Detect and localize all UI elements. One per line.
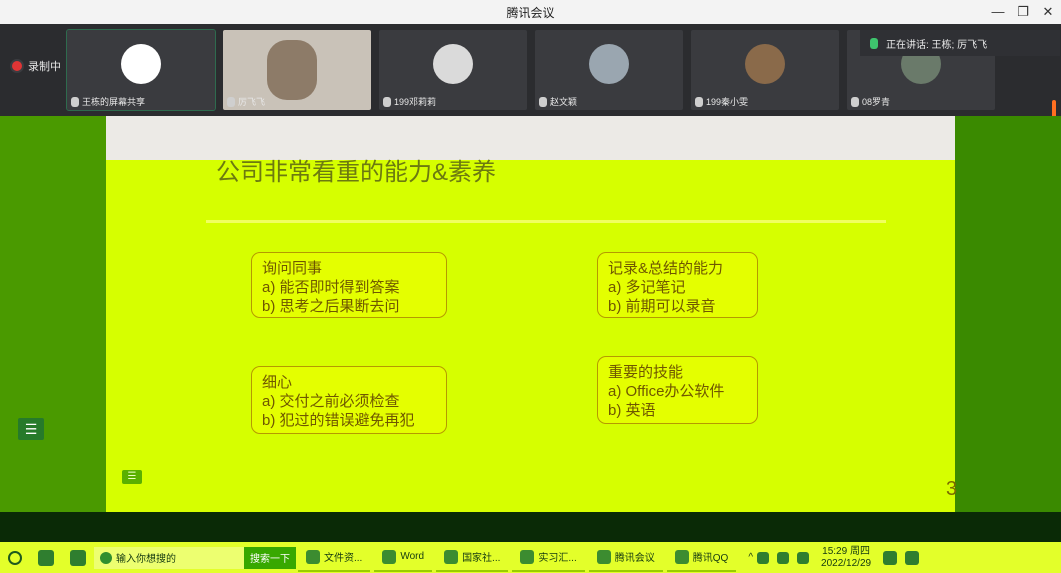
search-icon[interactable] <box>8 550 22 565</box>
tencent-meeting-icon <box>596 549 611 564</box>
skill-heading: 细心 <box>262 374 293 391</box>
window-title-bar: 腾讯会议 — ❐ ✕ <box>0 0 1061 24</box>
slide-page-number: 3 <box>946 478 958 500</box>
participant-tile[interactable]: 王栋的屏幕共享 <box>66 29 216 111</box>
avatar <box>433 44 473 84</box>
skill-line: b) 前期可以录音 <box>608 298 716 315</box>
system-clock[interactable]: 15:29 周四 2022/12/29 <box>821 546 871 570</box>
right-margin <box>955 116 1061 512</box>
restore-button[interactable]: ❐ <box>1011 2 1035 22</box>
mic-icon <box>539 96 547 107</box>
search-button[interactable]: 搜索一下 <box>244 546 296 569</box>
taskbar-app[interactable]: 实习汇... <box>512 544 585 572</box>
skill-line: b) 思考之后果断去问 <box>262 298 400 315</box>
list-menu-icon[interactable]: ☰ <box>18 418 44 440</box>
skill-line: b) 英语 <box>608 402 656 419</box>
participant-tile[interactable]: 199秦小雯 <box>691 30 839 110</box>
app-launcher-icon[interactable] <box>70 549 86 566</box>
browser-icon <box>100 551 112 564</box>
speaking-indicator: 正在讲话: 王栋; 厉飞飞 <box>860 30 1060 56</box>
slide: 公司非常看重的能力&素养 询问同事 a) 能否即时得到答案 b) 思考之后果断去… <box>106 116 958 512</box>
taskbar-app[interactable]: 腾讯QQ <box>666 544 737 572</box>
participant-tile[interactable]: 厉飞飞 <box>223 30 371 110</box>
skill-line: a) 多记笔记 <box>608 279 686 296</box>
folder-icon <box>306 549 320 564</box>
record-dot-icon <box>12 61 22 71</box>
mic-icon <box>227 96 235 107</box>
task-view-icon[interactable] <box>38 549 54 566</box>
recording-indicator[interactable]: 录制中 <box>12 58 61 74</box>
notes-icon[interactable]: ☰ <box>122 470 142 484</box>
qq-icon <box>674 549 689 564</box>
avatar <box>121 44 161 84</box>
mic-muted-icon <box>695 96 703 107</box>
clock-time: 15:29 周四 <box>822 545 870 557</box>
mic-icon <box>870 37 878 49</box>
taskbar-app[interactable]: 文件资... <box>298 544 371 572</box>
avatar <box>589 44 629 84</box>
wps-icon <box>520 549 535 564</box>
skill-line: a) 能否即时得到答案 <box>262 279 400 296</box>
taskbar-app-label: 腾讯QQ <box>692 553 729 564</box>
taskbar-app-label: Word <box>400 551 425 562</box>
web-search-box[interactable]: 输入你想搜的 <box>94 546 244 569</box>
taskbar-app[interactable]: 腾讯会议 <box>588 544 663 572</box>
mic-muted-icon <box>383 96 391 107</box>
word-icon <box>382 549 397 564</box>
skill-heading: 重要的技能 <box>608 364 684 381</box>
participant-tile[interactable]: 赵文颖 <box>535 30 683 110</box>
participant-name: 赵文颖 <box>550 97 578 107</box>
network-icon[interactable] <box>777 551 790 564</box>
volume-icon[interactable] <box>797 551 810 564</box>
avatar <box>745 44 785 84</box>
skill-box: 细心 a) 交付之前必须检查 b) 犯过的错误避免再犯 <box>251 366 447 434</box>
taskbar-app-label: 实习汇... <box>538 553 577 564</box>
taskbar: 输入你想搜的 搜索一下 文件资... Word 国家社... 实习汇... 腾讯… <box>0 542 1061 573</box>
skill-box: 重要的技能 a) Office办公软件 b) 英语 <box>597 356 758 424</box>
participant-name: 王栋的屏幕共享 <box>82 97 146 107</box>
recording-label: 录制中 <box>28 61 61 73</box>
taskbar-app[interactable]: Word <box>374 544 433 572</box>
meeting-toolbar-band <box>0 512 1061 542</box>
skill-box: 记录&总结的能力 a) 多记笔记 b) 前期可以录音 <box>597 252 758 318</box>
skill-line: a) 交付之前必须检查 <box>262 393 400 410</box>
skill-heading: 询问同事 <box>262 260 323 277</box>
taskbar-app-label: 腾讯会议 <box>614 553 655 564</box>
mic-icon <box>71 96 79 107</box>
skill-line: b) 犯过的错误避免再犯 <box>262 412 415 429</box>
participant-name: 199秦小雯 <box>706 97 749 107</box>
skill-box: 询问同事 a) 能否即时得到答案 b) 思考之后果断去问 <box>251 252 447 318</box>
tray-chevron-icon[interactable]: ^ <box>748 552 753 563</box>
skill-line: a) Office办公软件 <box>608 383 725 400</box>
tray-icon[interactable] <box>757 551 770 564</box>
participant-name: 厉飞飞 <box>238 97 266 107</box>
windows-start-icon[interactable] <box>905 550 920 565</box>
window-title: 腾讯会议 <box>506 6 555 20</box>
speaking-label: 正在讲话: 王栋; 厉飞飞 <box>886 39 988 51</box>
close-button[interactable]: ✕ <box>1036 2 1060 22</box>
taskbar-app-label: 国家社... <box>462 553 501 564</box>
participant-name: 08罗青 <box>862 97 891 107</box>
clock-date: 2022/12/29 <box>821 557 872 569</box>
minimize-button[interactable]: — <box>986 2 1010 22</box>
slide-title: 公司非常看重的能力&素养 <box>216 159 497 186</box>
taskbar-app[interactable]: 国家社... <box>436 544 509 572</box>
taskbar-app-label: 文件资... <box>324 553 363 564</box>
participant-tile[interactable]: 199邓莉莉 <box>379 30 527 110</box>
participant-name: 199邓莉莉 <box>394 97 437 107</box>
search-placeholder: 输入你想搜的 <box>116 554 176 565</box>
title-divider <box>206 220 886 223</box>
mic-muted-icon <box>851 96 859 107</box>
skill-heading: 记录&总结的能力 <box>608 260 724 277</box>
edge-icon <box>444 549 459 564</box>
shared-screen: 公司非常看重的能力&素养 询问同事 a) 能否即时得到答案 b) 思考之后果断去… <box>0 116 1061 512</box>
notification-icon[interactable] <box>883 550 898 565</box>
video-feed <box>267 40 317 100</box>
left-margin <box>0 116 106 512</box>
